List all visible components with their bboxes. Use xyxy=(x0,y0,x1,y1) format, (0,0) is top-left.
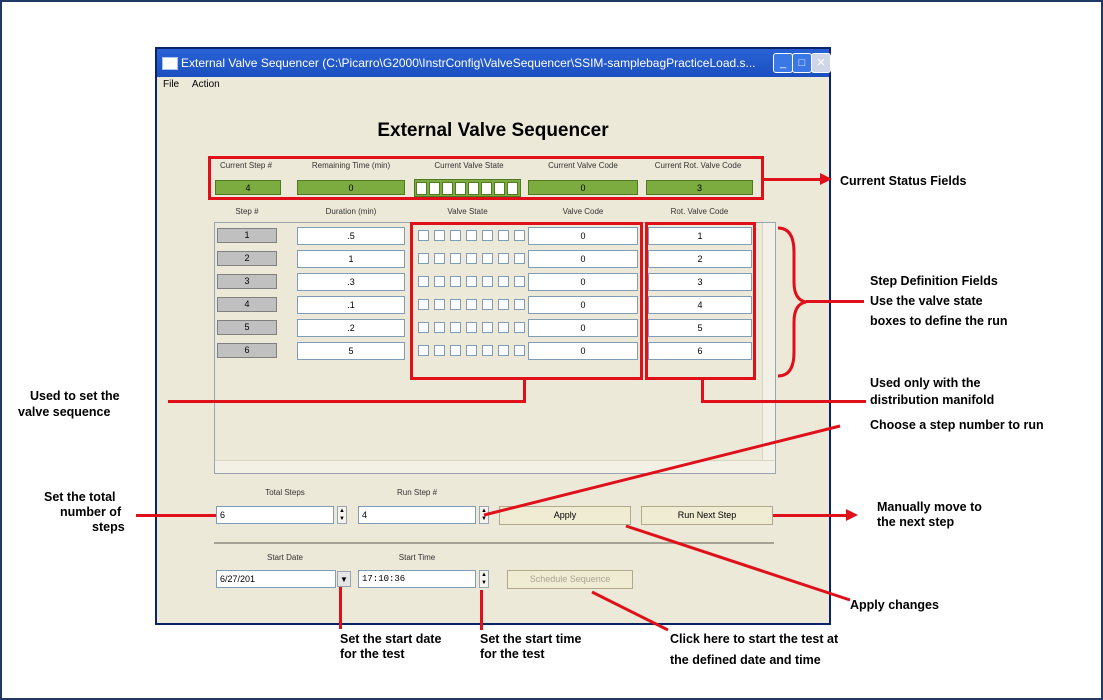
step-definition-highlight xyxy=(410,222,643,380)
step-number-cell: 4 xyxy=(217,297,277,312)
total-steps-input[interactable]: 6 xyxy=(216,506,334,524)
annotation-line xyxy=(701,400,866,403)
header-valve-state: Valve State xyxy=(447,207,488,216)
duration-input[interactable]: .1 xyxy=(297,296,405,314)
annotation-line xyxy=(523,380,526,402)
annotation-used-only-2: distribution manifold xyxy=(870,393,995,407)
annotation-set-total-1: Set the total xyxy=(44,490,116,504)
annotation-start-time-1: Set the start time xyxy=(480,632,582,646)
duration-input[interactable]: .5 xyxy=(297,227,405,245)
start-time-label: Start Time xyxy=(398,553,436,562)
annotation-line xyxy=(773,514,851,517)
annotation-manual-1: Manually move to xyxy=(877,500,982,514)
annotation-line xyxy=(339,587,342,629)
total-steps-label: Total Steps xyxy=(265,488,305,497)
minimize-icon[interactable]: _ xyxy=(773,53,793,73)
annotation-step-def-2: Use the valve state xyxy=(870,294,983,308)
annotation-used-set-2: valve sequence xyxy=(18,405,111,419)
menu-action[interactable]: Action xyxy=(192,79,220,90)
annotation-apply-changes: Apply changes xyxy=(850,598,939,612)
annotation-line xyxy=(764,178,824,181)
annotation-set-total-3: steps xyxy=(92,520,125,534)
page-title: External Valve Sequencer xyxy=(377,120,609,141)
menu-file[interactable]: File xyxy=(163,79,179,90)
annotation-step-def-1: Step Definition Fields xyxy=(870,274,998,288)
annotation-used-only-1: Used only with the xyxy=(870,376,981,390)
close-icon[interactable]: ✕ xyxy=(811,53,831,73)
start-time-input[interactable]: 17:10:36 xyxy=(358,570,476,588)
start-date-picker[interactable]: 6/27/201 xyxy=(216,570,336,588)
schedule-sequence-button[interactable]: Schedule Sequence xyxy=(507,570,633,589)
total-steps-stepper[interactable]: ▲ ▼ xyxy=(337,506,347,524)
header-rot-valve-code: Rot. Valve Code xyxy=(670,207,729,216)
annotation-click-here-2: the defined date and time xyxy=(670,653,821,667)
header-duration: Duration (min) xyxy=(325,207,377,216)
step-number-cell: 5 xyxy=(217,320,277,335)
annotation-click-here-1: Click here to start the test at xyxy=(670,632,839,646)
step-number-cell: 1 xyxy=(217,228,277,243)
annotation-step-def-3: boxes to define the run xyxy=(870,314,1008,328)
run-step-label: Run Step # xyxy=(396,488,438,497)
annotation-start-time-2: for the test xyxy=(480,647,545,661)
annotation-line xyxy=(136,514,216,517)
annotation-current-status: Current Status Fields xyxy=(840,174,967,188)
duration-input[interactable]: .3 xyxy=(297,273,405,291)
app-icon xyxy=(162,57,178,70)
title-bar[interactable]: External Valve Sequencer (C:\Picarro\G20… xyxy=(157,49,829,77)
chevron-down-icon[interactable]: ▼ xyxy=(337,571,351,587)
annotation-start-date-1: Set the start date xyxy=(340,632,442,646)
step-number-cell: 6 xyxy=(217,343,277,358)
current-status-highlight xyxy=(208,156,764,200)
window-title: External Valve Sequencer (C:\Picarro\G20… xyxy=(181,56,756,70)
header-valve-code: Valve Code xyxy=(562,207,604,216)
annotation-choose-step: Choose a step number to run xyxy=(870,418,1044,432)
rot-valve-highlight xyxy=(645,222,756,380)
annotation-manual-2: the next step xyxy=(877,515,955,529)
annotation-line xyxy=(806,300,864,303)
annotation-line xyxy=(168,400,526,403)
maximize-icon[interactable]: □ xyxy=(792,53,812,73)
step-number-cell: 3 xyxy=(217,274,277,289)
menu-bar: File Action xyxy=(157,77,829,93)
duration-input[interactable]: .2 xyxy=(297,319,405,337)
annotation-line xyxy=(483,424,841,517)
annotation-start-date-2: for the test xyxy=(340,647,405,661)
step-number-cell: 2 xyxy=(217,251,277,266)
start-date-label: Start Date xyxy=(266,553,303,562)
duration-input[interactable]: 5 xyxy=(297,342,405,360)
header-step: Step # xyxy=(235,207,259,216)
annotation-used-set-1: Used to set the xyxy=(30,389,120,403)
arrow-icon xyxy=(820,173,832,185)
annotation-line xyxy=(480,590,483,630)
annotation-line xyxy=(591,590,669,632)
duration-input[interactable]: 1 xyxy=(297,250,405,268)
annotation-line xyxy=(701,380,704,402)
annotation-set-total-2: number of xyxy=(60,505,122,519)
run-step-input[interactable]: 4 xyxy=(358,506,476,524)
start-time-stepper[interactable]: ▲ ▼ xyxy=(479,570,489,588)
